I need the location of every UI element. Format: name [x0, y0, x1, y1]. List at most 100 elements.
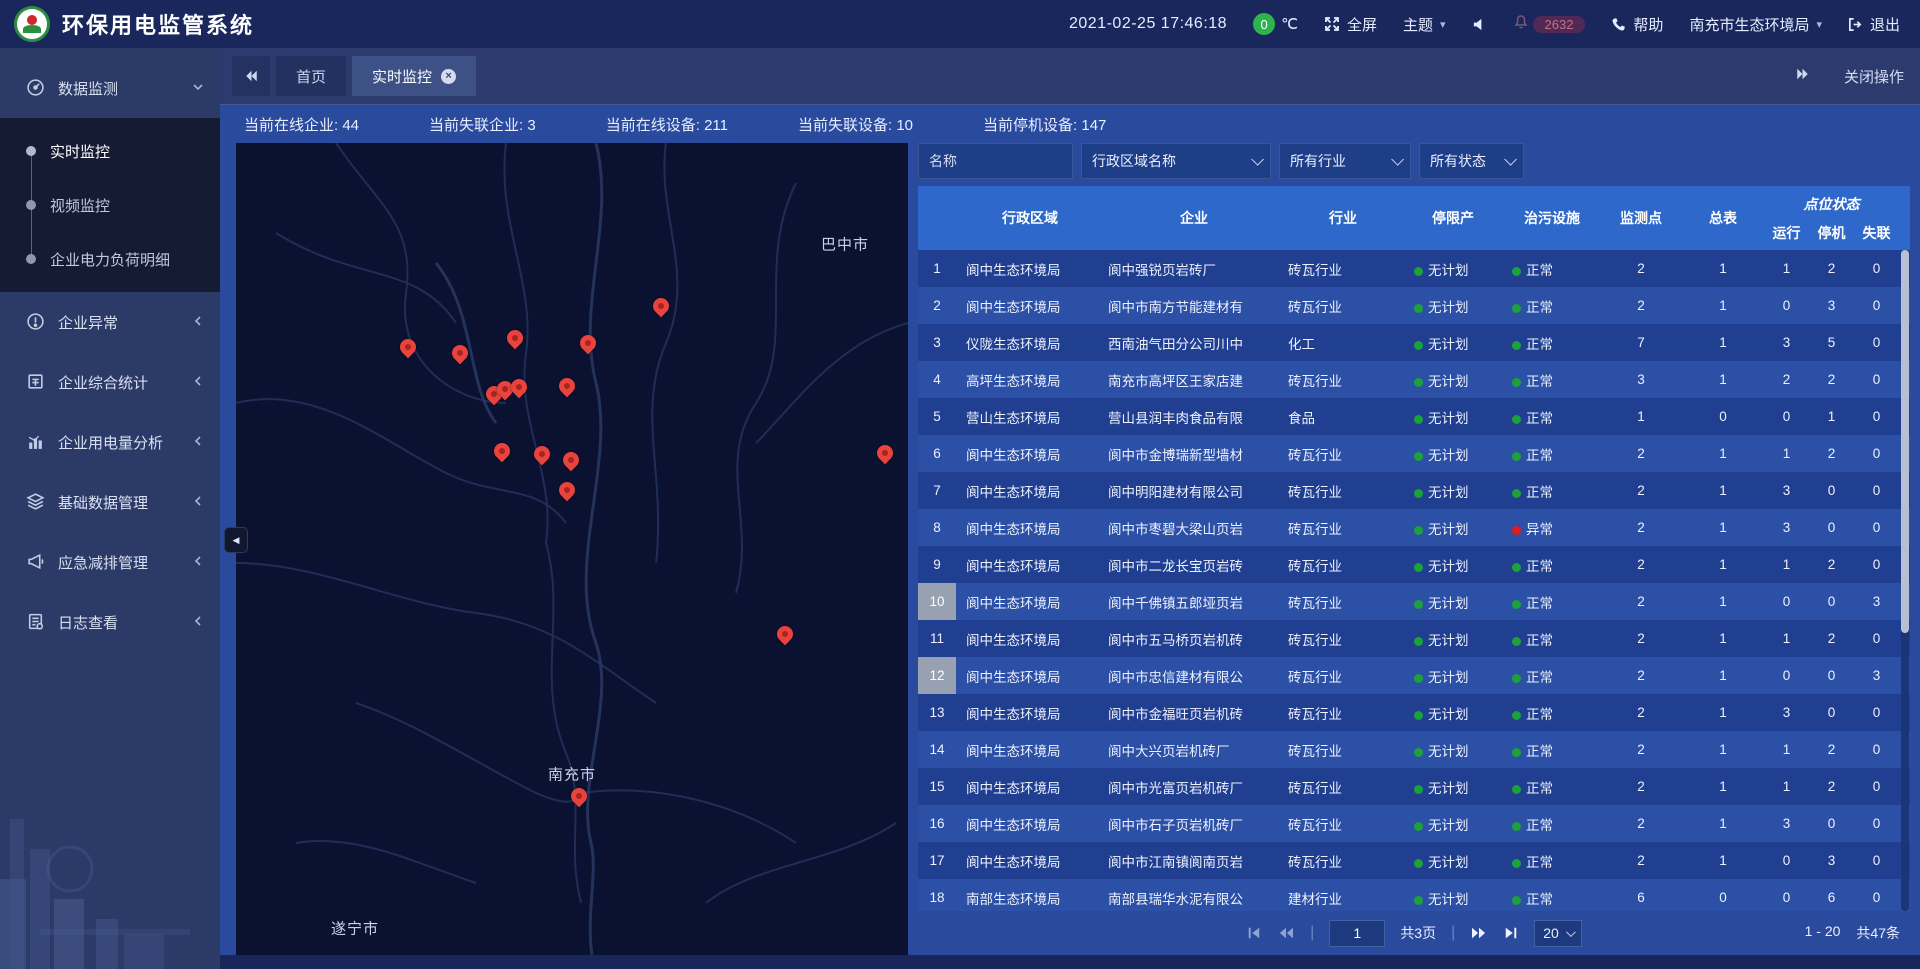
- table-row[interactable]: 4高坪生态环境局南充市高坪区王家店建砖瓦行业无计划正常31220: [918, 361, 1910, 398]
- sidebar-item-5[interactable]: 应急减排管理: [0, 532, 220, 592]
- cell-monitor-points: 2: [1600, 705, 1682, 720]
- cell-total-meters: 1: [1682, 261, 1764, 276]
- help-button[interactable]: 帮助: [1611, 14, 1663, 35]
- cell-industry: 砖瓦行业: [1284, 592, 1402, 612]
- cell-disconnected: 0: [1854, 335, 1899, 350]
- cell-stopped: 0: [1809, 816, 1854, 831]
- cell-running: 0: [1764, 409, 1809, 424]
- sidebar-item-6[interactable]: 日志查看: [0, 592, 220, 652]
- sidebar-item-3[interactable]: 企业用电量分析: [0, 412, 220, 472]
- stat-label: 当前停机设备:: [983, 117, 1081, 134]
- cell-facility-status: 正常: [1504, 703, 1600, 723]
- org-dropdown[interactable]: 南充市生态环境局 ▾: [1689, 14, 1822, 35]
- map-collapse-toggle[interactable]: ◀: [224, 527, 248, 553]
- region-filter-select[interactable]: 行政区域名称: [1081, 143, 1271, 179]
- table-row[interactable]: 11阆中生态环境局阆中市五马桥页岩机砖砖瓦行业无计划正常21120: [918, 620, 1910, 657]
- plan-text: 无计划: [1428, 670, 1469, 685]
- status-dot-icon: [1414, 267, 1423, 276]
- cell-stopped: 3: [1809, 853, 1854, 868]
- status-filter-select[interactable]: 所有状态: [1419, 143, 1524, 179]
- temperature-badge: 0: [1253, 13, 1275, 35]
- status-dot-icon: [1414, 859, 1423, 868]
- row-index: 11: [918, 620, 956, 657]
- sidebar-item-data-monitoring[interactable]: 数据监测: [0, 58, 220, 118]
- next-page-button[interactable]: [1470, 926, 1488, 940]
- status-dot-icon: [1512, 452, 1521, 461]
- cell-stopped: 2: [1809, 631, 1854, 646]
- table-row[interactable]: 1阆中生态环境局阆中强锐页岩砖厂砖瓦行业无计划正常21120: [918, 250, 1910, 287]
- cell-total-meters: 1: [1682, 668, 1764, 683]
- sidebar-item-label: 应急减排管理: [58, 552, 192, 573]
- stat-value: 3: [527, 117, 535, 134]
- row-index: 2: [918, 287, 956, 324]
- cell-industry: 化工: [1284, 333, 1402, 353]
- previous-page-button[interactable]: [1277, 926, 1295, 940]
- table-row[interactable]: 7阆中生态环境局阆中明阳建材有限公司砖瓦行业无计划正常21300: [918, 472, 1910, 509]
- sidebar-subitem-2[interactable]: 企业电力负荷明细: [0, 232, 220, 286]
- table-row[interactable]: 9阆中生态环境局阆中市二龙长宝页岩砖砖瓦行业无计划正常21120: [918, 546, 1910, 583]
- facility-text: 正常: [1526, 374, 1553, 389]
- page-size-select[interactable]: 20: [1534, 920, 1582, 947]
- map-panel[interactable]: 巴中市南充市遂宁市 ◀: [236, 143, 908, 955]
- table-row[interactable]: 17阆中生态环境局阆中市江南镇阆南页岩砖瓦行业无计划正常21030: [918, 842, 1910, 879]
- cell-stopped: 0: [1809, 705, 1854, 720]
- table-row[interactable]: 14阆中生态环境局阆中大兴页岩机砖厂砖瓦行业无计划正常21120: [918, 731, 1910, 768]
- table-row[interactable]: 15阆中生态环境局阆中市光富页岩机砖厂砖瓦行业无计划正常21120: [918, 768, 1910, 805]
- sidebar-item-4[interactable]: 基础数据管理: [0, 472, 220, 532]
- cell-total-meters: 1: [1682, 298, 1764, 313]
- facility-text: 正常: [1526, 707, 1553, 722]
- cell-region: 营山生态环境局: [956, 407, 1104, 427]
- row-index: 18: [918, 879, 956, 911]
- tab-首页[interactable]: 首页: [276, 56, 346, 96]
- cell-industry: 砖瓦行业: [1284, 703, 1402, 723]
- tabs-scroll-right-button[interactable]: [1795, 67, 1810, 85]
- sidebar-item-2[interactable]: 企业综合统计: [0, 352, 220, 412]
- status-dot-icon: [1414, 563, 1423, 572]
- sidebar-subitem-0[interactable]: 实时监控: [0, 124, 220, 178]
- bar-chart-icon: [26, 432, 46, 452]
- page-number-input[interactable]: [1329, 920, 1385, 947]
- logout-button[interactable]: 退出: [1848, 14, 1900, 35]
- first-page-button[interactable]: [1246, 926, 1262, 940]
- tab-实时监控[interactable]: 实时监控×: [352, 56, 476, 96]
- logout-icon: [1848, 17, 1863, 32]
- table-row[interactable]: 5营山生态环境局营山县润丰肉食品有限食品无计划正常10010: [918, 398, 1910, 435]
- table-row[interactable]: 3仪陇生态环境局西南油气田分公司川中化工无计划正常71350: [918, 324, 1910, 361]
- close-operations-button[interactable]: 关闭操作: [1844, 66, 1904, 87]
- scrollbar-thumb[interactable]: [1901, 250, 1909, 633]
- cell-facility-status: 正常: [1504, 777, 1600, 797]
- cell-stopped: 0: [1809, 520, 1854, 535]
- status-dot-icon: [1512, 637, 1521, 646]
- fullscreen-button[interactable]: 全屏: [1324, 14, 1377, 35]
- close-icon[interactable]: ×: [441, 69, 456, 84]
- plan-text: 无计划: [1428, 522, 1469, 537]
- table-row[interactable]: 18南部生态环境局南部县瑞华水泥有限公建材行业无计划正常60060: [918, 879, 1910, 911]
- cell-total-meters: 1: [1682, 816, 1764, 831]
- table-row[interactable]: 16阆中生态环境局阆中市石子页岩机砖厂砖瓦行业无计划正常21300: [918, 805, 1910, 842]
- notification-button[interactable]: 2632: [1513, 14, 1586, 34]
- table-row[interactable]: 12阆中生态环境局阆中市忠信建材有限公砖瓦行业无计划正常21003: [918, 657, 1910, 694]
- mute-button[interactable]: [1472, 17, 1487, 32]
- col-header-company: 企业: [1104, 186, 1284, 250]
- theme-dropdown[interactable]: 主题 ▾: [1403, 14, 1446, 35]
- name-filter-input[interactable]: [918, 143, 1073, 179]
- table-row[interactable]: 8阆中生态环境局阆中市枣碧大梁山页岩砖瓦行业无计划异常21300: [918, 509, 1910, 546]
- plan-text: 无计划: [1428, 855, 1469, 870]
- top-header: 环保用电监管系统 2021-02-25 17:46:18 0 ℃ 全屏 主题 ▾: [0, 0, 1920, 48]
- sidebar-subitem-1[interactable]: 视频监控: [0, 178, 220, 232]
- app-logo: [14, 6, 50, 42]
- last-page-button[interactable]: [1503, 926, 1519, 940]
- cell-disconnected: 0: [1854, 520, 1899, 535]
- table-row[interactable]: 13阆中生态环境局阆中市金福旺页岩机砖砖瓦行业无计划正常21300: [918, 694, 1910, 731]
- sidebar-item-1[interactable]: 企业异常: [0, 292, 220, 352]
- tabs-scroll-left-button[interactable]: [232, 56, 270, 96]
- table-row[interactable]: 2阆中生态环境局阆中市南方节能建材有砖瓦行业无计划正常21030: [918, 287, 1910, 324]
- cell-disconnected: 0: [1854, 816, 1899, 831]
- table-row[interactable]: 10阆中生态环境局阆中千佛镇五郎垭页岩砖瓦行业无计划正常21003: [918, 583, 1910, 620]
- status-dot-icon: [1512, 341, 1521, 350]
- filter-bar: 行政区域名称 所有行业 所有状态: [918, 143, 1910, 179]
- facility-text: 正常: [1526, 559, 1553, 574]
- industry-filter-select[interactable]: 所有行业: [1279, 143, 1411, 179]
- table-row[interactable]: 6阆中生态环境局阆中市金博瑞新型墙材砖瓦行业无计划正常21120: [918, 435, 1910, 472]
- table-scrollbar[interactable]: [1901, 250, 1909, 911]
